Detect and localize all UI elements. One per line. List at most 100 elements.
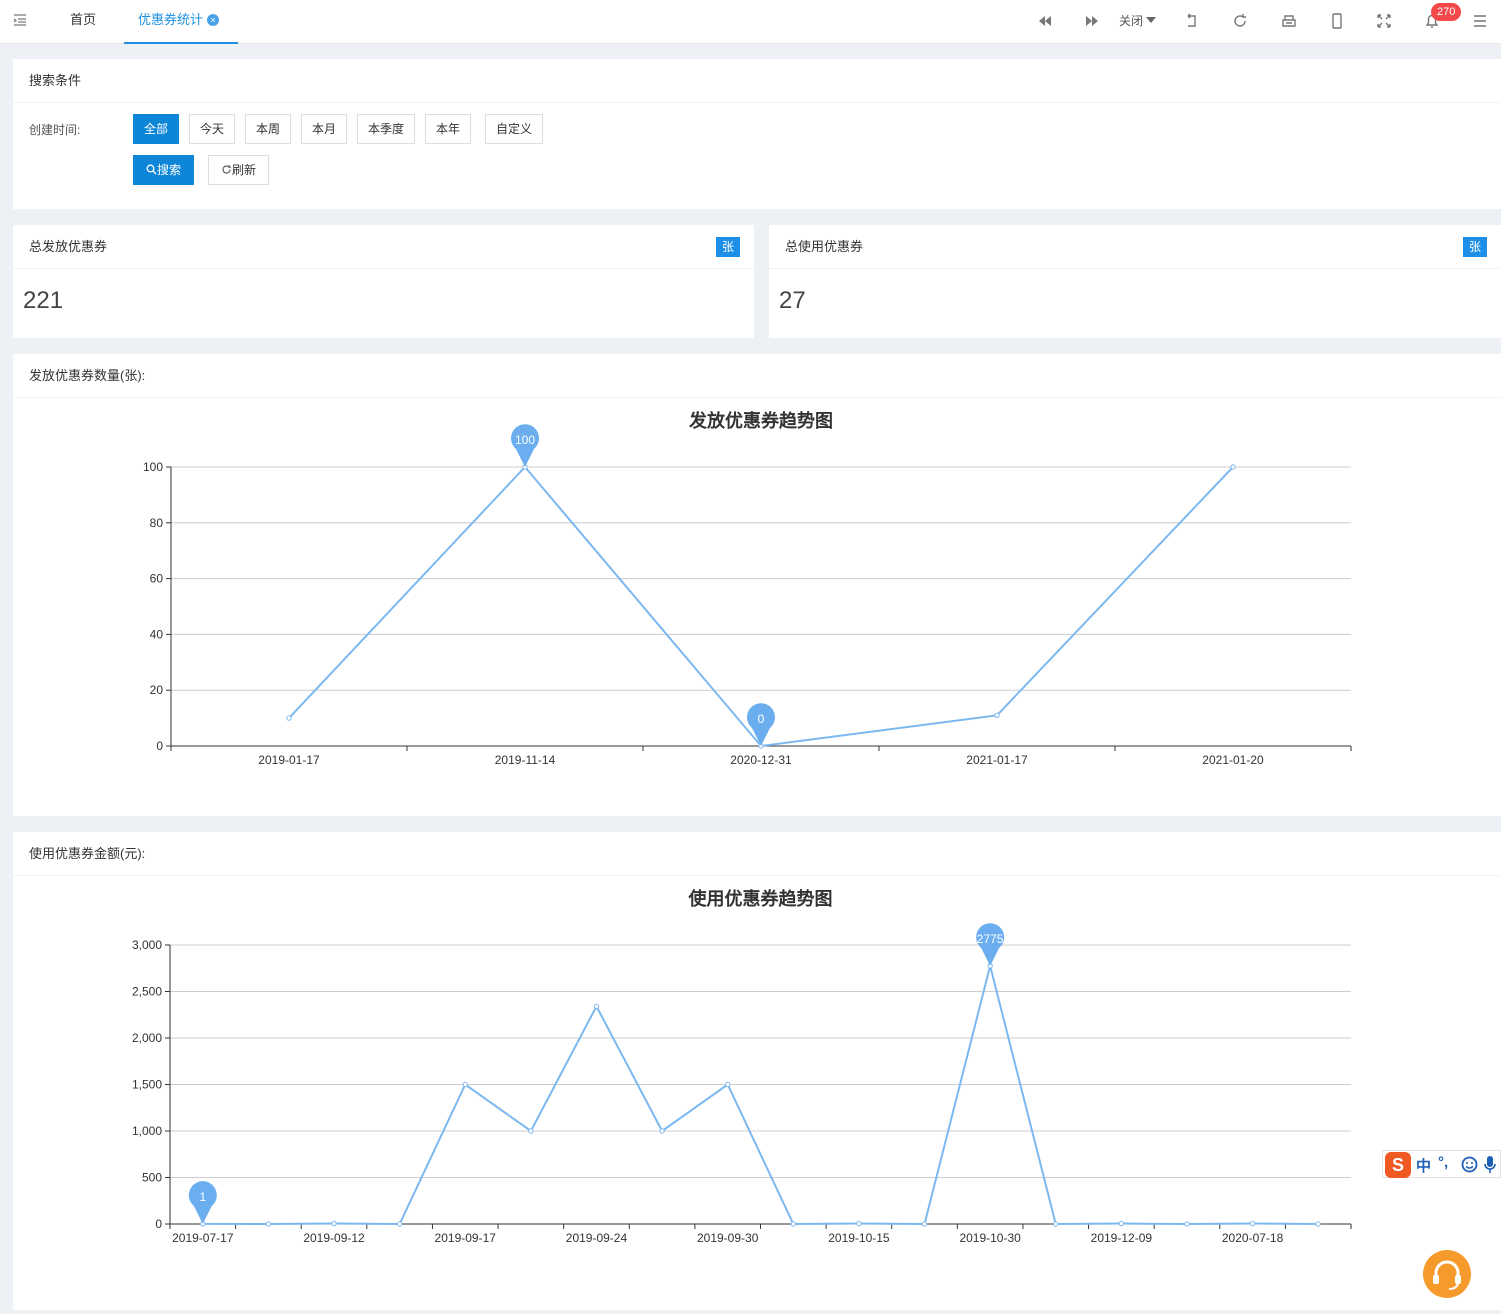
x-tick-label: 2019-09-30 <box>697 1231 759 1245</box>
filter-year-button[interactable]: 本年 <box>425 114 471 144</box>
chevron-down-icon <box>1146 17 1157 23</box>
stat-card-title: 总使用优惠券 <box>769 225 1501 269</box>
close-menu-label: 关闭 <box>1119 14 1144 28</box>
filter-month-button[interactable]: 本月 <box>301 114 347 144</box>
data-point <box>1230 464 1236 470</box>
ime-toolbar[interactable]: S 中 °, <box>1382 1150 1501 1178</box>
close-menu-button[interactable]: 关闭 <box>1119 12 1157 30</box>
chart-panel-title: 发放优惠券数量(张): <box>13 354 1501 398</box>
filter-today-button[interactable]: 今天 <box>189 114 235 144</box>
data-point <box>396 1221 403 1227</box>
refresh-button-label: 刷新 <box>231 163 256 177</box>
more-icon[interactable] <box>1471 12 1489 30</box>
y-tick-label: 80 <box>150 516 164 530</box>
y-tick-label: 3,000 <box>132 938 162 952</box>
tab-coupon-stats[interactable]: 优惠券统计 × <box>124 0 238 44</box>
data-point <box>1118 1220 1125 1227</box>
issued-chart-panel: 发放优惠券数量(张): 发放优惠券趋势图 0 20 40 60 80 100 2019-01-… <box>13 354 1501 816</box>
data-point <box>921 1221 928 1227</box>
filter-week-button[interactable]: 本周 <box>245 114 291 144</box>
x-tick-label: 2019-12-09 <box>1091 1231 1153 1245</box>
refresh-button[interactable]: 刷新 <box>208 155 269 185</box>
x-tick-label: 2019-10-15 <box>828 1231 890 1245</box>
x-tick-label: 2020-07-18 <box>1222 1231 1284 1245</box>
series-line <box>202 965 1319 1226</box>
stat-card-issued: 总发放优惠券 张 221 <box>13 225 754 338</box>
stat-card-title: 总发放优惠券 <box>13 225 754 269</box>
smiley-icon[interactable] <box>1461 1156 1478 1173</box>
stat-value: 27 <box>779 287 806 314</box>
stat-card-used: 总使用优惠券 张 27 <box>769 225 1501 338</box>
issued-trend-chart: 发放优惠券趋势图 0 20 40 60 80 100 2019-01-17 2019-11-14… <box>143 410 1352 767</box>
data-point <box>659 1128 665 1134</box>
y-tick-label: 1,500 <box>132 1078 162 1092</box>
y-tick-label: 2,500 <box>132 985 162 999</box>
x-tick-label: 2020-12-31 <box>730 753 792 767</box>
y-tick-label: 20 <box>150 683 164 697</box>
x-tick-label: 2019-11-14 <box>495 753 556 767</box>
search-button[interactable]: 搜索 <box>133 155 194 185</box>
data-point <box>528 1128 534 1134</box>
prev-icon[interactable] <box>1036 12 1054 30</box>
data-point <box>331 1220 337 1227</box>
y-tick-label: 60 <box>150 572 164 586</box>
chart-title: 使用优惠券趋势图 <box>688 888 833 909</box>
refresh-icon[interactable] <box>1231 12 1249 30</box>
filter-quarter-button[interactable]: 本季度 <box>357 114 415 144</box>
y-tick-label: 40 <box>150 627 164 641</box>
pin-marker-label: 100 <box>515 433 535 447</box>
return-icon[interactable] <box>1183 12 1201 30</box>
ime-language-toggle[interactable]: 中 <box>1416 1155 1431 1176</box>
tab-home[interactable]: 首页 <box>70 0 96 44</box>
data-point <box>1315 1221 1321 1227</box>
print-icon[interactable] <box>1280 12 1298 30</box>
data-point <box>1249 1220 1256 1227</box>
y-tick-label: 100 <box>143 460 163 474</box>
fullscreen-icon[interactable] <box>1375 12 1393 30</box>
data-point <box>994 712 1000 719</box>
filter-custom-button[interactable]: 自定义 <box>485 114 543 144</box>
x-tick-label: 2019-09-12 <box>303 1231 365 1245</box>
x-tick-label: 2019-09-24 <box>566 1231 628 1245</box>
tab-coupon-stats-label: 优惠券统计 <box>138 12 204 27</box>
used-chart-panel: 使用优惠券金额(元): 使用优惠券趋势图 0 500 1,000 1,500 2,000 2… <box>13 832 1501 1310</box>
chart-title: 发放优惠券趋势图 <box>688 410 833 431</box>
headset-icon <box>1433 1260 1461 1290</box>
x-tick-label: 2019-07-17 <box>172 1231 234 1245</box>
x-tick-label: 2021-01-17 <box>966 753 1028 767</box>
pin-marker-label: 0 <box>758 712 765 726</box>
unit-tag: 张 <box>716 237 740 257</box>
y-tick-label: 1,000 <box>132 1124 162 1138</box>
x-tick-label: 2019-10-30 <box>959 1231 1021 1245</box>
customer-service-button[interactable] <box>1423 1250 1471 1298</box>
x-tick-label: 2021-01-20 <box>1202 753 1264 767</box>
chart-panel-title: 使用优惠券金额(元): <box>13 832 1501 876</box>
close-icon[interactable]: × <box>207 14 220 26</box>
used-trend-chart: 使用优惠券趋势图 0 500 1,000 1,500 2,000 2,500 3,000 201… <box>132 888 1352 1245</box>
y-tick-label: 0 <box>156 739 163 753</box>
created-time-label: 创建时间: <box>29 123 81 137</box>
y-tick-label: 0 <box>155 1217 162 1231</box>
tab-home-label: 首页 <box>70 12 97 27</box>
data-point <box>286 715 292 721</box>
next-icon[interactable] <box>1083 12 1101 30</box>
filter-all-button[interactable]: 全部 <box>133 114 179 144</box>
top-bar: 首页 优惠券统计 × 关闭 270 <box>0 0 1501 44</box>
data-point <box>1053 1221 1059 1227</box>
microphone-icon[interactable] <box>1483 1155 1497 1174</box>
refresh-icon <box>222 165 231 174</box>
data-point <box>1184 1221 1190 1227</box>
search-panel: 搜索条件 创建时间: 全部 今天 本周 本月 本季度 本年 自定义 搜索 刷新 <box>13 59 1501 209</box>
data-point <box>265 1221 272 1227</box>
data-point <box>790 1221 797 1227</box>
menu-icon[interactable] <box>12 12 28 28</box>
search-panel-title: 搜索条件 <box>13 59 1501 103</box>
search-button-label: 搜索 <box>156 163 181 177</box>
data-point <box>462 1081 468 1088</box>
search-icon <box>146 164 157 175</box>
ime-logo: S <box>1385 1152 1411 1178</box>
unit-tag: 张 <box>1463 237 1487 257</box>
mobile-icon[interactable] <box>1328 12 1346 30</box>
notification-badge: 270 <box>1431 3 1462 21</box>
ime-punctuation-toggle[interactable]: °, <box>1438 1154 1448 1171</box>
